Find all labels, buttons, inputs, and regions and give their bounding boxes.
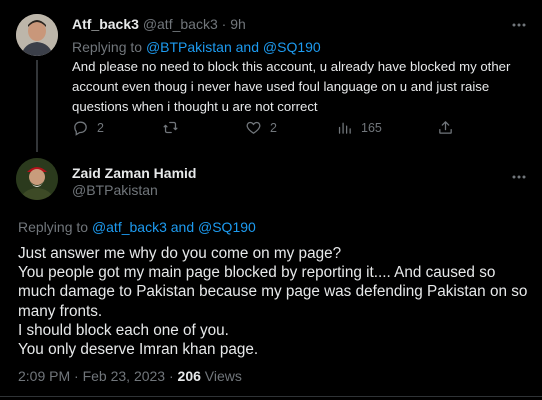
like-button[interactable]: 2 — [245, 119, 277, 136]
action-bar: 2 2 165 — [72, 119, 452, 139]
avatar[interactable] — [16, 158, 58, 200]
timestamp[interactable]: 9h — [230, 16, 246, 32]
like-count: 2 — [270, 120, 277, 135]
heart-icon — [246, 121, 261, 134]
tweet-line: You only deserve Imran khan page. — [18, 341, 259, 359]
avatar[interactable] — [16, 14, 58, 56]
replying-to: Replying to @atf_back3 and @SQ190 — [18, 219, 256, 235]
mention-link[interactable]: @SQ190 — [263, 39, 321, 55]
tweet-line: Just answer me why do you come on my pag… — [18, 245, 342, 262]
replying-prefix: Replying to — [18, 219, 89, 235]
display-name[interactable]: Atf_back3 — [72, 16, 139, 32]
separator: · — [221, 16, 227, 32]
replying-and[interactable]: and — [236, 39, 259, 55]
tweet-text: Just answer me why do you come on my pag… — [18, 244, 533, 359]
views-bar-chart-icon — [338, 122, 351, 134]
replying-and[interactable]: and — [171, 219, 194, 235]
tweet-meta: 2:09 PM · Feb 23, 2023 · 206 Views — [18, 368, 242, 384]
tweet-text: And please no need to block this account… — [72, 59, 511, 114]
display-name[interactable]: Zaid Zaman Hamid — [72, 165, 196, 181]
more-icon[interactable] — [512, 14, 532, 27]
reply-bubble-icon — [74, 121, 87, 136]
views-button[interactable]: 165 — [336, 119, 382, 136]
handle[interactable]: @BTPakistan — [72, 182, 158, 198]
replying-to: Replying to @BTPakistan and @SQ190 — [72, 39, 321, 55]
retweet-button[interactable] — [162, 119, 187, 136]
reply-count: 2 — [97, 120, 104, 135]
views-count: 206 — [177, 368, 201, 384]
share-button[interactable] — [437, 119, 454, 136]
reply-button[interactable]: 2 — [72, 119, 104, 136]
divider — [0, 396, 542, 397]
replying-prefix: Replying to — [72, 39, 143, 55]
handle[interactable]: @atf_back3 — [143, 16, 218, 32]
views-count: 165 — [361, 120, 382, 135]
thread-line — [36, 60, 38, 152]
reply-header: Atf_back3 @atf_back3 · 9h — [72, 16, 246, 32]
retweet-icon — [163, 121, 178, 134]
reply-tweet[interactable]: Atf_back3 @atf_back3 · 9h Replying to @B… — [0, 0, 542, 152]
separator: · — [168, 368, 174, 384]
share-icon — [439, 121, 452, 134]
tweet-line: You people got my main page blocked by r… — [18, 264, 528, 320]
mention-link[interactable]: @SQ190 — [198, 219, 256, 235]
timestamp[interactable]: 2:09 PM · Feb 23, 2023 — [18, 368, 165, 384]
views-label: Views — [204, 368, 242, 384]
more-icon[interactable] — [512, 166, 532, 179]
mention-link[interactable]: @atf_back3 — [92, 219, 167, 235]
tweet-line: I should block each one of you. — [18, 321, 229, 339]
mention-link[interactable]: @BTPakistan — [146, 39, 232, 55]
